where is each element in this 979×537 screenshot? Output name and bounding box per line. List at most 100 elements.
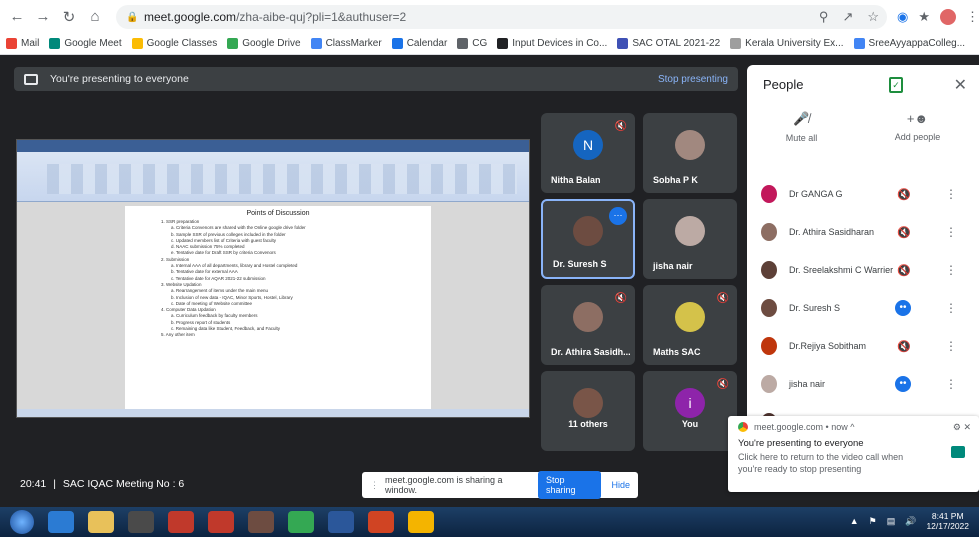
word-statusbar (17, 409, 529, 417)
bookmark-item[interactable]: Google Drive (227, 38, 301, 49)
mic-off-icon[interactable]: 🔇 (897, 340, 911, 353)
bookmark-item[interactable]: SreeAyyappaColleg... (853, 38, 965, 49)
drag-handle-icon[interactable]: ⋮ (370, 480, 379, 491)
bookmark-item[interactable]: Mail (6, 38, 39, 49)
meeting-info: 20:41 | SAC IQAC Meeting No : 6 (20, 478, 184, 490)
notification-settings-icon[interactable]: ⚙ ✕ (953, 422, 971, 433)
participant-avatar (573, 302, 603, 332)
mic-off-icon[interactable]: 🔇 (897, 264, 911, 277)
chrome-app-icon[interactable] (288, 511, 314, 533)
forward-arrow-icon[interactable]: → (32, 6, 54, 28)
document-title: Points of Discussion (246, 210, 310, 217)
stop-sharing-button[interactable]: Stop sharing (537, 471, 602, 499)
participant-tile[interactable]: 🔇 Dr. Athira Sasidh... (541, 285, 635, 365)
ie-icon[interactable] (48, 511, 74, 533)
mic-off-icon: 🔇 (614, 121, 627, 132)
more-options-icon[interactable]: ⋮ (945, 187, 957, 201)
hide-button[interactable]: Hide (611, 480, 630, 490)
bookmark-icon (617, 38, 629, 49)
extension-icons: ◉ ★ ⋮ (897, 8, 979, 25)
bookmarks-bar: Mail Google Meet Google Classes Google Driv… (0, 33, 979, 55)
more-options-icon[interactable]: ⋯ (609, 207, 627, 225)
bookmark-icon (49, 38, 61, 49)
bookmark-icon (853, 38, 865, 49)
close-icon[interactable]: ✕ (954, 75, 967, 95)
speaking-indicator-icon[interactable]: •• (895, 300, 911, 316)
mic-off-icon[interactable]: 🔇 (897, 188, 911, 201)
bookmark-item[interactable]: CG (457, 38, 487, 49)
bookmark-item[interactable]: SAC OTAL 2021-22 (617, 38, 720, 49)
more-options-icon[interactable]: ⋮ (945, 339, 957, 353)
more-options-icon[interactable]: ⋮ (945, 225, 957, 239)
participant-row[interactable]: Dr GANGA G 🔇 ⋮ (747, 175, 979, 213)
reload-icon[interactable]: ↻ (58, 6, 80, 28)
sharing-text: meet.google.com is sharing a window. (385, 475, 503, 495)
start-button[interactable] (10, 510, 34, 534)
chrome-notification[interactable]: meet.google.com • now ^ ⚙ ✕ You're prese… (728, 416, 979, 492)
bookmark-item[interactable]: Input Devices in Co... (497, 38, 607, 49)
profile-avatar[interactable] (940, 8, 956, 25)
network-icon[interactable]: ▤ (887, 516, 896, 527)
mute-all-label: Mute all (785, 133, 818, 143)
bookmark-item[interactable]: Google Classes (131, 38, 217, 49)
participant-row[interactable]: jisha nair •• ⋮ (747, 365, 979, 403)
bookmark-label: Calendar (406, 38, 448, 49)
mic-off-icon[interactable]: 🔇 (897, 226, 911, 239)
participant-row[interactable]: Dr. Suresh S •• ⋮ (747, 289, 979, 327)
participant-name: Dr. Suresh S (553, 259, 607, 269)
bookmark-item[interactable]: Google Meet (49, 38, 122, 49)
chrome-taskbar-icon[interactable] (168, 511, 194, 533)
star-icon[interactable]: ☆ (867, 9, 879, 25)
participant-row[interactable]: Dr. Sreelakshmi C Warrier 🔇 ⋮ (747, 251, 979, 289)
participant-row[interactable]: Dr. Athira Sasidharan 🔇 ⋮ (747, 213, 979, 251)
stop-presenting-button[interactable]: Stop presenting (658, 74, 728, 85)
bookmark-icon (457, 38, 469, 49)
flag-icon[interactable]: ⚑ (869, 516, 877, 527)
clock[interactable]: 8:41 PM 12/17/2022 (926, 511, 969, 531)
meet-icon (951, 446, 965, 458)
paint-icon[interactable] (248, 511, 274, 533)
avatar (761, 337, 777, 355)
media-player-icon[interactable] (128, 511, 154, 533)
address-bar[interactable]: 🔒 meet.google.com/zha-aibe-quj?pli=1&aut… (116, 4, 887, 29)
participant-tile[interactable]: 11 others (541, 371, 635, 451)
mute-all-button[interactable]: 🎤̸ Mute all (786, 111, 818, 161)
tray-arrow-icon[interactable]: ▲ (850, 516, 859, 526)
more-options-icon[interactable]: ⋮ (945, 301, 957, 315)
bookmark-item[interactable]: Calendar (391, 38, 448, 49)
participant-avatar (675, 130, 705, 160)
back-arrow-icon[interactable]: ← (6, 6, 28, 28)
add-people-button[interactable]: +☻ Add people (895, 111, 941, 161)
puzzle-icon[interactable]: ★ (918, 9, 930, 25)
avatar (761, 261, 777, 279)
home-icon[interactable]: ⌂ (84, 6, 106, 28)
participant-row[interactable]: Dr.Rejiya Sobitham 🔇 ⋮ (747, 327, 979, 365)
participant-tile[interactable]: 🔇 Maths SAC (643, 285, 737, 365)
speaking-indicator-icon[interactable]: •• (895, 376, 911, 392)
participant-name: Maths SAC (653, 347, 701, 357)
explorer-icon[interactable] (88, 511, 114, 533)
participant-tile[interactable]: i 🔇 You (643, 371, 737, 451)
bookmark-item[interactable]: ClassMarker (310, 38, 382, 49)
extension-icon[interactable]: ◉ (897, 9, 908, 25)
warning-icon[interactable] (408, 511, 434, 533)
bookmark-item[interactable]: Kerala University Ex... (730, 38, 844, 49)
menu-icon[interactable]: ⋮ (966, 9, 979, 25)
zoom-icon[interactable]: ⚲ (819, 9, 829, 25)
share-icon[interactable]: ↗ (842, 9, 853, 25)
participant-tile[interactable]: jisha nair (643, 199, 737, 279)
powerpoint-icon[interactable] (368, 511, 394, 533)
more-options-icon[interactable]: ⋮ (945, 377, 957, 391)
word-icon[interactable] (328, 511, 354, 533)
participant-tile[interactable]: N 🔇 Nitha Balan (541, 113, 635, 193)
participant-tile[interactable]: ⋯ Dr. Suresh S (541, 199, 635, 279)
participant-name: Dr.Rejiya Sobitham (789, 341, 867, 351)
participant-name: Dr. Athira Sasidharan (789, 227, 875, 237)
meeting-time: 20:41 (20, 478, 47, 490)
host-controls-icon[interactable]: ✓ (889, 77, 903, 93)
participant-tile[interactable]: Sobha P K (643, 113, 737, 193)
more-options-icon[interactable]: ⋮ (945, 263, 957, 277)
avatar (761, 223, 777, 241)
volume-icon[interactable]: 🔊 (905, 516, 916, 527)
app-icon[interactable] (208, 511, 234, 533)
